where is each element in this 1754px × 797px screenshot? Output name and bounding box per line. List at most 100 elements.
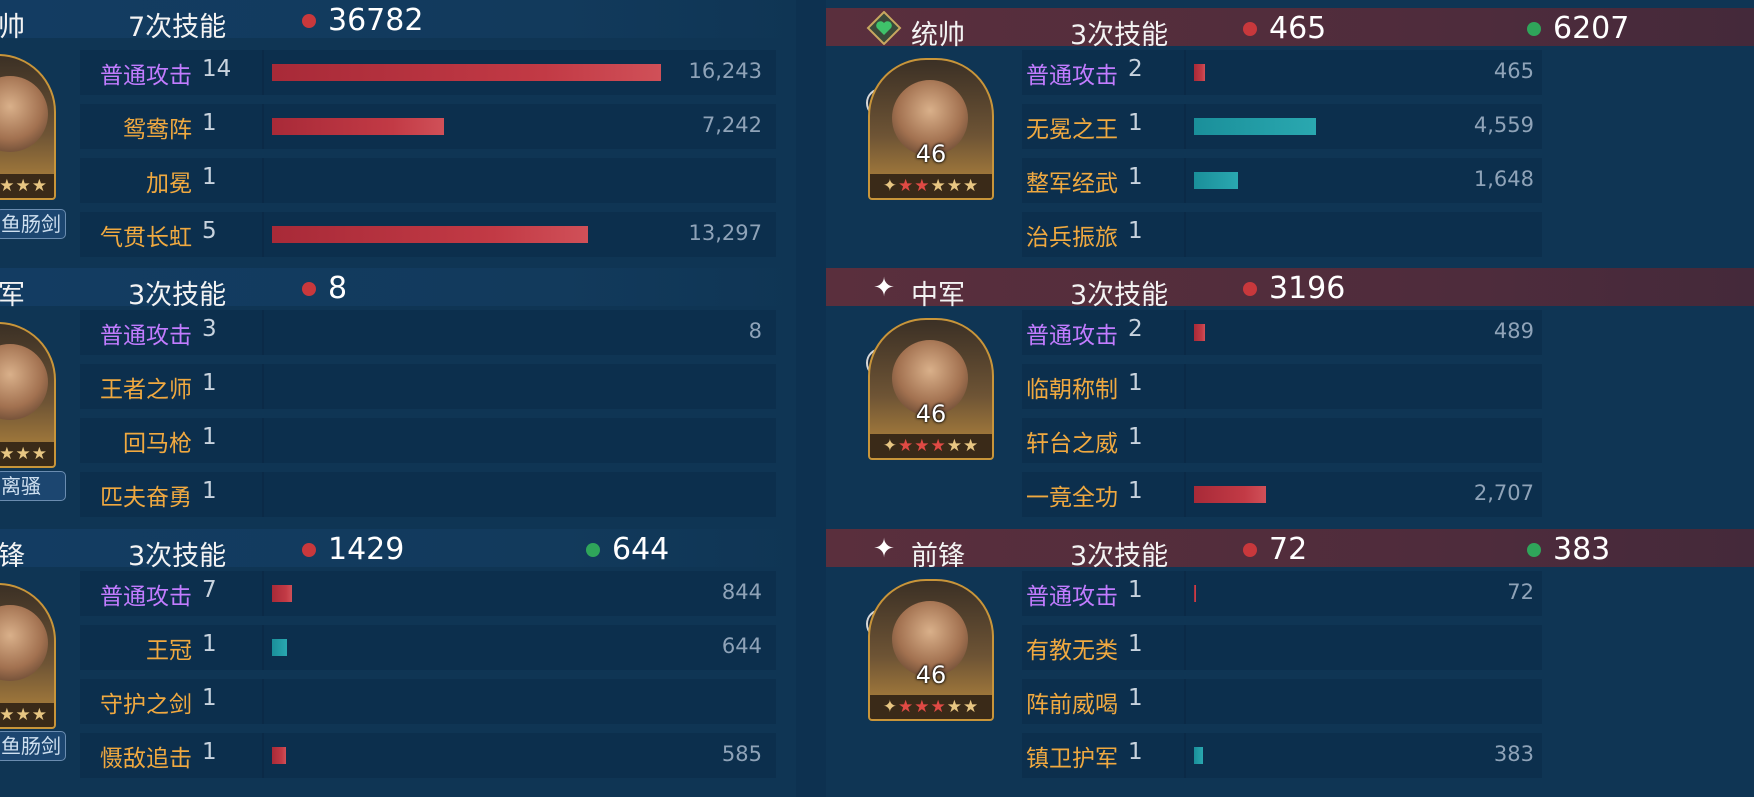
section-header: ✦ 前锋 3次技能 72 383 — [826, 529, 1754, 572]
right-section-center: ✦ 中军 3次技能 3196 ♞ 46 ✦★★★★★ 普通攻击 2 489 临朝… — [826, 268, 1754, 529]
skill-times: 1 — [1128, 685, 1143, 711]
skill-row: 普通攻击 2 489 — [1022, 310, 1542, 355]
skill-bar — [1194, 486, 1266, 503]
skill-name: 治兵振旅 — [1026, 225, 1118, 251]
skill-bar — [1194, 172, 1238, 189]
skill-row: 阵前威喝 1 — [1022, 679, 1542, 724]
skill-times: 1 — [1128, 577, 1143, 603]
skill-bar — [272, 64, 661, 81]
hero-stars: ★★★ — [0, 174, 54, 198]
hero-stars: ✦★★★★★ — [870, 695, 992, 719]
skill-value: 7,242 — [701, 113, 762, 137]
skill-value: 1,648 — [1473, 167, 1534, 191]
skill-value: 72 — [1507, 580, 1534, 604]
skill-times: 7 — [202, 577, 217, 603]
skill-name: 普通攻击 — [100, 584, 192, 610]
skill-row: 普通攻击 3 8 — [80, 310, 776, 355]
skill-times: 14 — [202, 56, 232, 82]
skill-count: 3次技能 — [1070, 280, 1169, 311]
equipment-badge[interactable]: 鱼肠剑 — [0, 209, 66, 239]
row-separator — [262, 625, 264, 670]
green-dot-icon — [1527, 543, 1541, 557]
right-section-vanguard: ✦ 前锋 3次技能 72 383 ♞ 46 ✦★★★★★ 普通攻击 1 72 有… — [826, 529, 1754, 790]
row-separator — [262, 679, 264, 724]
section-header: 锋 3次技能 1429 644 — [0, 529, 796, 572]
row-separator — [262, 212, 264, 257]
hero-portrait[interactable]: 46 ✦★★★★★ — [868, 318, 994, 460]
skill-row: 普通攻击 7 844 — [80, 571, 776, 616]
skill-row: 匹夫奋勇 1 — [80, 472, 776, 517]
row-separator — [262, 472, 264, 517]
skill-bar — [272, 639, 287, 656]
skill-name: 阵前威喝 — [1026, 692, 1118, 718]
role-label: 中军 — [911, 280, 965, 311]
hero-portrait[interactable]: 7 ★★★ — [0, 583, 56, 729]
skill-value: 844 — [721, 580, 762, 604]
skill-name: 镇卫护军 — [1026, 746, 1118, 772]
left-section-vanguard: 锋 3次技能 1429 644 7 ★★★ 鱼肠剑 普通攻击 7 844 王冠 … — [0, 529, 796, 790]
red-dot-icon — [302, 543, 316, 557]
hero-portrait[interactable]: 7 ★★★ — [0, 54, 56, 200]
skill-bar — [272, 747, 286, 764]
red-value: 8 — [328, 271, 348, 306]
skill-times: 1 — [202, 164, 217, 190]
equipment-badge[interactable]: 鱼肠剑 — [0, 731, 66, 761]
skill-value: 585 — [721, 742, 762, 766]
row-separator — [1184, 158, 1186, 203]
skill-value: 8 — [748, 319, 762, 343]
row-separator — [1184, 571, 1186, 616]
skill-times: 2 — [1128, 56, 1143, 82]
row-separator — [1184, 733, 1186, 778]
skill-times: 1 — [202, 631, 217, 657]
skill-name: 普通攻击 — [100, 63, 192, 89]
row-separator — [262, 364, 264, 409]
row-separator — [1184, 310, 1186, 355]
skill-bar — [1194, 585, 1196, 602]
row-separator — [1184, 679, 1186, 724]
role-label: 锋 — [0, 541, 25, 572]
skill-row: 轩台之威 1 — [1022, 418, 1542, 463]
skill-row: 鸳鸯阵 1 7,242 — [80, 104, 776, 149]
skill-times: 1 — [202, 478, 217, 504]
green-value: 383 — [1553, 532, 1611, 567]
hero-portrait[interactable]: 7 ★★★ — [0, 322, 56, 468]
hero-level: 7 — [0, 665, 54, 693]
section-header: 统帅 3次技能 465 6207 — [826, 8, 1754, 51]
row-separator — [1184, 364, 1186, 409]
equipment-badge[interactable]: 离骚 — [0, 471, 66, 501]
row-separator — [262, 310, 264, 355]
skill-row: 普通攻击 2 465 — [1022, 50, 1542, 95]
row-separator — [262, 50, 264, 95]
role-label: 军 — [0, 280, 25, 311]
skill-bar — [272, 585, 292, 602]
right-section-commander: 统帅 3次技能 465 6207 ▣ 46 ✦★★★★★ 普通攻击 2 465 … — [826, 8, 1754, 269]
skill-times: 1 — [202, 739, 217, 765]
skill-count: 7次技能 — [128, 12, 227, 43]
skill-name: 普通攻击 — [1026, 584, 1118, 610]
red-value: 465 — [1269, 11, 1327, 46]
row-separator — [1184, 418, 1186, 463]
sparkle-icon: ✦ — [873, 534, 895, 564]
hero-portrait[interactable]: 46 ✦★★★★★ — [868, 58, 994, 200]
skill-name: 慑敌追击 — [100, 746, 192, 772]
skill-name: 王者之师 — [100, 377, 192, 403]
skill-row: 一竟全功 1 2,707 — [1022, 472, 1542, 517]
skill-times: 1 — [202, 370, 217, 396]
green-dot-icon — [586, 543, 600, 557]
skill-name: 轩台之威 — [1026, 431, 1118, 457]
skill-times: 3 — [202, 316, 217, 342]
row-separator — [262, 104, 264, 149]
skill-name: 鸳鸯阵 — [123, 117, 192, 143]
skill-name: 有教无类 — [1026, 638, 1118, 664]
plain-stars: ★★★ — [930, 176, 980, 196]
skill-count: 3次技能 — [1070, 20, 1169, 51]
skill-value: 13,297 — [688, 221, 762, 245]
role-label: 帅 — [0, 12, 25, 43]
skill-name: 气贯长虹 — [100, 225, 192, 251]
hero-portrait[interactable]: 46 ✦★★★★★ — [868, 579, 994, 721]
skill-row: 普通攻击 1 72 — [1022, 571, 1542, 616]
skill-row: 王者之师 1 — [80, 364, 776, 409]
red-value: 72 — [1269, 532, 1308, 567]
skill-bar — [272, 226, 588, 243]
skill-row: 临朝称制 1 — [1022, 364, 1542, 409]
